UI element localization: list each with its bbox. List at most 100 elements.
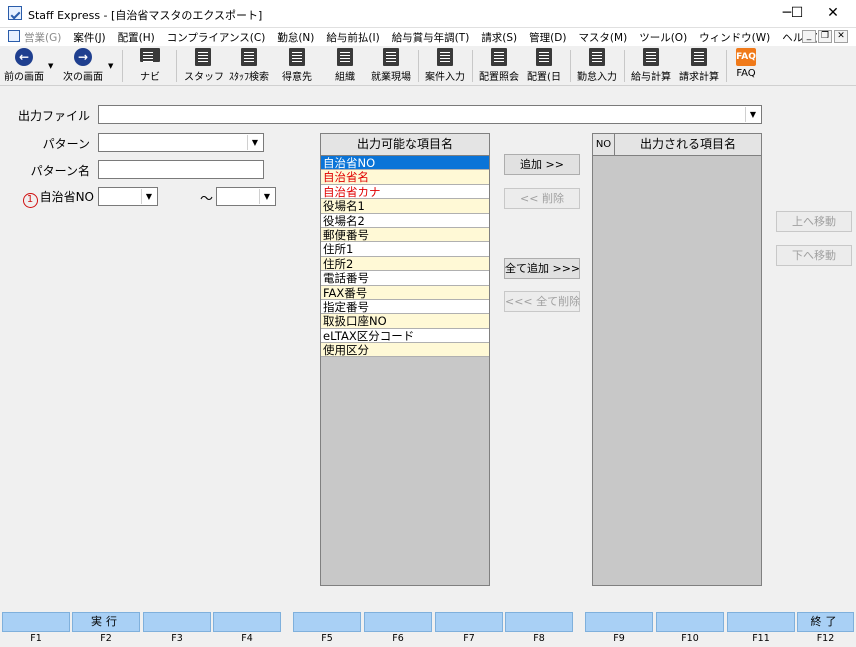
case-input-button[interactable]: 案件入力: [422, 48, 468, 84]
chevron-down-icon[interactable]: ▼: [745, 107, 760, 122]
staff-icon: [195, 48, 211, 66]
range-tilde: ～: [200, 192, 214, 207]
staff-search-button[interactable]: ｽﾀｯﾌ検索: [226, 48, 272, 84]
organization-button[interactable]: 組織: [326, 48, 364, 84]
attendance-input-button[interactable]: 勤怠入力: [574, 48, 620, 84]
client-button[interactable]: 得意先: [278, 48, 316, 84]
list-item[interactable]: FAX番号: [321, 285, 489, 300]
f4-label: F4: [241, 633, 253, 644]
list-item[interactable]: 取扱口座NO: [321, 314, 489, 329]
mdi-restore-button[interactable]: ❐: [818, 30, 832, 43]
available-fields-header: 出力可能な項目名: [321, 134, 489, 156]
staff-button[interactable]: スタッフ: [184, 48, 224, 84]
assignment-query-button[interactable]: 配置照会: [476, 48, 522, 84]
chevron-down-icon[interactable]: ▼: [247, 135, 262, 150]
document-icon[interactable]: [8, 30, 20, 42]
f6-button[interactable]: [364, 612, 432, 632]
worksite-button[interactable]: 就業現場: [368, 48, 414, 84]
list-item[interactable]: 自治省NO: [321, 156, 489, 171]
toolbar-separator: [624, 50, 625, 82]
chevron-down-icon[interactable]: ▼: [259, 189, 274, 204]
f3-button[interactable]: [143, 612, 211, 632]
municipality-no-label: 自治省NO: [39, 190, 94, 204]
available-fields-list[interactable]: 出力可能な項目名 自治省NO 自治省名 自治省カナ 役場名1 役場名2 郵便番号…: [320, 133, 490, 586]
menu-payroll[interactable]: 給与賞与年調(T): [392, 30, 470, 45]
municipality-no-from-combobox[interactable]: ▼: [98, 187, 158, 206]
payroll-calc-label: 給与計算: [631, 72, 671, 83]
menu-tools[interactable]: ツール(O): [639, 30, 687, 45]
delete-button[interactable]: << 削除: [504, 188, 580, 209]
f1-button[interactable]: [2, 612, 70, 632]
pattern-name-input[interactable]: [98, 160, 264, 179]
list-item[interactable]: 電話番号: [321, 271, 489, 286]
f10-button[interactable]: [656, 612, 724, 632]
menu-advance-pay[interactable]: 給与前払(I): [326, 30, 379, 45]
add-button[interactable]: 追加 >>: [504, 154, 580, 175]
municipality-no-to-combobox[interactable]: ▼: [216, 187, 276, 206]
menu-master[interactable]: マスタ(M): [578, 30, 627, 45]
list-item[interactable]: 住所2: [321, 256, 489, 272]
navi-label: ナビ: [140, 72, 160, 83]
add-all-button[interactable]: 全て追加 >>>: [504, 258, 580, 279]
list-item[interactable]: 自治省カナ: [321, 184, 489, 200]
navi-button[interactable]: ナビ: [134, 48, 166, 84]
output-name-header: 出力される項目名: [639, 137, 736, 151]
list-item[interactable]: 役場名2: [321, 213, 489, 228]
f7-button[interactable]: [435, 612, 503, 632]
list-item[interactable]: 使用区分: [321, 343, 489, 358]
list-item[interactable]: 自治省名: [321, 170, 489, 185]
prev-screen-label: 前の画面: [4, 72, 44, 83]
function-key-bar: F1 実行 F2 F3 F4 F5 F6 F7 F8 F9 F10 F11 終了…: [0, 612, 856, 647]
case-input-label: 案件入力: [425, 72, 465, 83]
pattern-combobox[interactable]: ▼: [98, 133, 264, 152]
assignment-day-button[interactable]: 配置(日: [524, 48, 564, 84]
menu-admin[interactable]: 管理(D): [529, 30, 566, 45]
next-screen-button[interactable]: → 次の画面: [62, 48, 104, 84]
prev-dropdown-arrow[interactable]: ▼: [48, 62, 53, 70]
f12-label: F12: [816, 633, 835, 644]
billing-calc-icon: [691, 48, 707, 66]
move-down-button[interactable]: 下へ移動: [776, 245, 852, 266]
f4-button[interactable]: [213, 612, 281, 632]
menu-assignment[interactable]: 配置(H): [118, 30, 155, 45]
chevron-down-icon[interactable]: ▼: [141, 189, 156, 204]
menu-window[interactable]: ウィンドウ(W): [699, 30, 770, 45]
list-item[interactable]: eLTAX区分コード: [321, 328, 489, 344]
menu-case[interactable]: 案件(J): [73, 30, 105, 45]
prev-screen-button[interactable]: ← 前の画面: [4, 48, 44, 84]
output-fields-header: NO 出力される項目名: [593, 134, 761, 156]
close-button[interactable]: ✕: [810, 0, 856, 28]
toolbar-separator: [472, 50, 473, 82]
delete-all-button[interactable]: <<< 全て削除: [504, 291, 580, 312]
mdi-close-button[interactable]: ✕: [834, 30, 848, 43]
next-dropdown-arrow[interactable]: ▼: [108, 62, 113, 70]
f9-button[interactable]: [585, 612, 653, 632]
menu-attendance[interactable]: 勤怠(N): [277, 30, 314, 45]
client-icon: [289, 48, 305, 66]
output-fields-list[interactable]: NO 出力される項目名: [592, 133, 762, 586]
billing-calc-button[interactable]: 請求計算: [676, 48, 722, 84]
f8-label: F8: [533, 633, 545, 644]
f11-button[interactable]: [727, 612, 795, 632]
list-item[interactable]: 住所1: [321, 242, 489, 257]
list-item[interactable]: 役場名1: [321, 199, 489, 214]
municipality-no-label-group: 1 自治省NO: [10, 188, 94, 208]
payroll-calc-button[interactable]: 給与計算: [628, 48, 674, 84]
list-item[interactable]: 郵便番号: [321, 227, 489, 243]
list-item[interactable]: 指定番号: [321, 299, 489, 315]
arrow-left-icon: ←: [15, 48, 33, 66]
f8-button[interactable]: [505, 612, 573, 632]
menu-sales[interactable]: 営業(G): [24, 30, 61, 45]
f5-button[interactable]: [293, 612, 361, 632]
output-file-combobox[interactable]: ▼: [98, 105, 762, 124]
next-screen-label: 次の画面: [63, 72, 103, 83]
move-up-button[interactable]: 上へ移動: [776, 211, 852, 232]
faq-icon: FAQ: [736, 48, 756, 66]
faq-button[interactable]: FAQ FAQ: [730, 48, 762, 84]
mdi-minimize-button[interactable]: _: [802, 30, 816, 43]
menu-billing[interactable]: 請求(S): [481, 30, 517, 45]
f12-exit-button[interactable]: 終了: [797, 612, 854, 632]
arrow-right-icon: →: [74, 48, 92, 66]
menu-compliance[interactable]: コンプライアンス(C): [167, 30, 266, 45]
f2-execute-button[interactable]: 実行: [72, 612, 140, 632]
